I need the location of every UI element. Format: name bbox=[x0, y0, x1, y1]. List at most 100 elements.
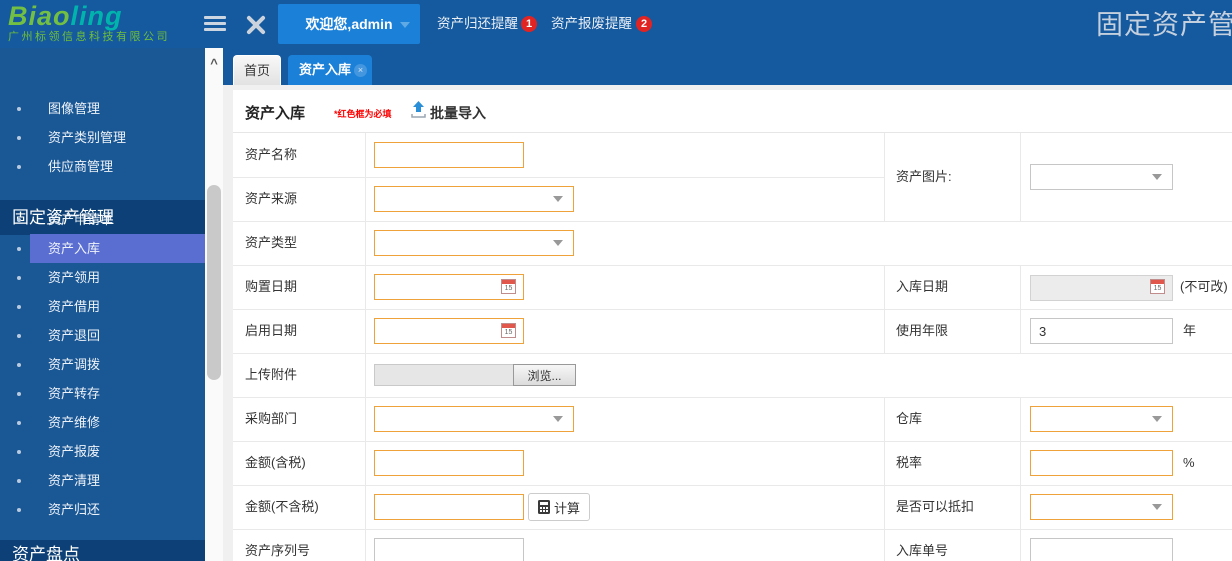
sidebar-item-asset-borrow[interactable]: 资产借用 bbox=[0, 292, 205, 321]
column-divider bbox=[884, 265, 885, 353]
sidebar-scrollbar[interactable]: ^ bbox=[205, 48, 223, 561]
purchase-dept-label: 采购部门 bbox=[245, 397, 297, 441]
asset-type-select[interactable] bbox=[374, 230, 574, 256]
sidebar-item-label: 资产退回 bbox=[48, 328, 100, 343]
column-divider bbox=[1020, 133, 1021, 221]
row-divider bbox=[233, 397, 1232, 398]
purchase-dept-select[interactable] bbox=[374, 406, 574, 432]
calendar-icon[interactable]: 15 bbox=[501, 279, 516, 294]
batch-import-label: 批量导入 bbox=[430, 103, 486, 123]
sidebar-item-asset-inbound[interactable]: 资产入库 bbox=[0, 234, 205, 263]
sidebar-item-supplier-mgmt[interactable]: 供应商管理 bbox=[0, 152, 205, 181]
tab-asset-inbound[interactable]: 资产入库 × bbox=[288, 55, 372, 85]
storage-date-label: 入库日期 bbox=[896, 265, 948, 309]
asset-return-reminder-badge[interactable]: 1 bbox=[521, 16, 537, 32]
calendar-icon-day: 15 bbox=[1151, 285, 1164, 293]
calendar-icon-top bbox=[502, 280, 515, 284]
sidebar-item-label: 资产报废 bbox=[48, 444, 100, 459]
app-title: 固定资产管理 bbox=[1096, 8, 1232, 42]
bullet-icon bbox=[17, 508, 21, 512]
asset-name-label: 资产名称 bbox=[245, 133, 297, 177]
chevron-down-icon bbox=[1152, 174, 1162, 180]
tab-label: 资产入库 bbox=[299, 62, 351, 77]
sidebar-item-asset-requisition[interactable]: 资产领用 bbox=[0, 263, 205, 292]
row-divider bbox=[233, 309, 1232, 310]
upload-icon bbox=[410, 100, 427, 120]
sidebar-item-label: 资产归还 bbox=[48, 502, 100, 517]
chevron-down-icon bbox=[1152, 416, 1162, 422]
calendar-icon[interactable]: 15 bbox=[501, 323, 516, 338]
asset-name-input[interactable] bbox=[374, 142, 524, 168]
amount-with-tax-input[interactable] bbox=[374, 450, 524, 476]
calendar-icon-day: 15 bbox=[502, 329, 515, 337]
sidebar-item-label: 图像管理 bbox=[48, 101, 100, 116]
top-bar: Biaoling 广州标领信息科技有限公司 欢迎您,admin 资产归还提醒 1… bbox=[0, 0, 1232, 48]
close-icon[interactable] bbox=[245, 14, 267, 36]
sidebar-item-asset-cleanup[interactable]: 资产清理 bbox=[0, 466, 205, 495]
calendar-icon-top bbox=[1151, 280, 1164, 284]
enable-date-label: 启用日期 bbox=[245, 309, 297, 353]
row-divider bbox=[233, 177, 884, 178]
useful-life-input[interactable] bbox=[1030, 318, 1173, 344]
asset-scrap-reminder-link[interactable]: 资产报废提醒 bbox=[551, 0, 632, 48]
asset-inbound-form-panel: 资产入库 *红色框为必填 批量导入 bbox=[233, 90, 1232, 561]
bullet-icon bbox=[17, 334, 21, 338]
calculate-button[interactable]: 计算 bbox=[528, 493, 590, 521]
sidebar-item-asset-return[interactable]: 资产退回 bbox=[0, 321, 205, 350]
bullet-icon bbox=[17, 450, 21, 454]
receipt-no-input[interactable] bbox=[1030, 538, 1173, 561]
sidebar-item-label: 资产申请单 bbox=[48, 212, 113, 227]
amount-without-tax-input[interactable] bbox=[374, 494, 524, 520]
tab-home[interactable]: 首页 bbox=[233, 55, 281, 85]
chevron-down-icon bbox=[400, 22, 410, 28]
tax-rate-input[interactable] bbox=[1030, 450, 1173, 476]
calendar-icon-top bbox=[502, 324, 515, 328]
tab-bar: 首页 资产入库 × bbox=[223, 48, 1232, 85]
calculate-label: 计算 bbox=[554, 498, 580, 517]
bullet-icon bbox=[17, 165, 21, 169]
column-divider bbox=[884, 133, 885, 221]
batch-import-button[interactable]: 批量导入 bbox=[410, 100, 427, 124]
tab-close-icon[interactable]: × bbox=[354, 64, 367, 77]
bullet-icon bbox=[17, 392, 21, 396]
sidebar-item-label: 资产调拨 bbox=[48, 357, 100, 372]
scrollbar-thumb[interactable] bbox=[207, 185, 221, 380]
column-divider bbox=[884, 397, 885, 561]
chevron-down-icon bbox=[553, 240, 563, 246]
serial-no-label: 资产序列号 bbox=[245, 529, 310, 561]
sidebar-item-label: 供应商管理 bbox=[48, 159, 113, 174]
sidebar-item-asset-request[interactable]: 资产申请单 bbox=[0, 205, 205, 234]
amount-with-tax-label: 金额(含税) bbox=[245, 441, 306, 485]
sidebar-section-asset-inventory[interactable]: 资产盘点 bbox=[0, 540, 205, 561]
asset-return-reminder-link[interactable]: 资产归还提醒 bbox=[437, 0, 518, 48]
sidebar-item-image-mgmt[interactable]: 图像管理 bbox=[0, 94, 205, 123]
serial-no-input[interactable] bbox=[374, 538, 524, 561]
bullet-icon bbox=[17, 247, 21, 251]
brand-subtitle: 广州标领信息科技有限公司 bbox=[8, 30, 203, 44]
asset-type-label: 资产类型 bbox=[245, 221, 297, 265]
sidebar-item-label: 资产类别管理 bbox=[48, 130, 126, 145]
deductible-select[interactable] bbox=[1030, 494, 1173, 520]
sidebar-item-asset-scrap[interactable]: 资产报废 bbox=[0, 437, 205, 466]
asset-source-select[interactable] bbox=[374, 186, 574, 212]
sidebar-item-label: 资产入库 bbox=[48, 241, 100, 256]
sidebar-item-asset-repair[interactable]: 资产维修 bbox=[0, 408, 205, 437]
asset-image-select[interactable] bbox=[1030, 164, 1173, 190]
sidebar-item-asset-category-mgmt[interactable]: 资产类别管理 bbox=[0, 123, 205, 152]
user-menu-button[interactable]: 欢迎您,admin bbox=[278, 4, 420, 44]
sidebar-item-label: 资产清理 bbox=[48, 473, 100, 488]
menu-toggle-icon[interactable] bbox=[204, 16, 226, 32]
sidebar-item-asset-transfer[interactable]: 资产调拨 bbox=[0, 350, 205, 379]
warehouse-label: 仓库 bbox=[896, 397, 922, 441]
attachment-file-input[interactable] bbox=[374, 364, 514, 386]
asset-scrap-reminder-badge[interactable]: 2 bbox=[636, 16, 652, 32]
asset-source-label: 资产来源 bbox=[245, 177, 297, 221]
chevron-down-icon bbox=[1152, 504, 1162, 510]
chevron-down-icon bbox=[553, 196, 563, 202]
browse-button[interactable]: 浏览... bbox=[513, 364, 576, 386]
sidebar-item-asset-store[interactable]: 资产转存 bbox=[0, 379, 205, 408]
warehouse-select[interactable] bbox=[1030, 406, 1173, 432]
sidebar-item-asset-giveback[interactable]: 资产归还 bbox=[0, 495, 205, 524]
scroll-up-icon[interactable]: ^ bbox=[205, 54, 223, 72]
panel-title: 资产入库 bbox=[245, 102, 305, 123]
